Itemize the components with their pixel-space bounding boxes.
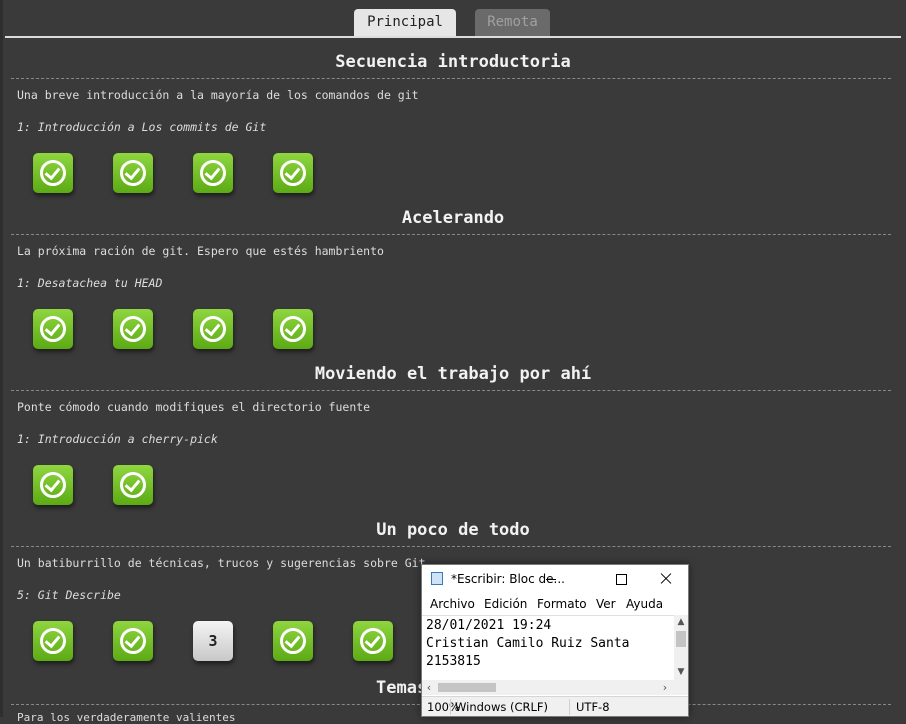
- status-line-ending: Windows (CRLF): [455, 700, 549, 714]
- level-1-completed-button[interactable]: [33, 621, 73, 661]
- section-current-level: 1: Desatachea tu HEAD: [17, 276, 163, 290]
- text-line: Cristian Camilo Ruiz Santa: [426, 636, 630, 651]
- scroll-right-icon[interactable]: ›: [658, 680, 672, 695]
- level-3-completed-button[interactable]: [193, 309, 233, 349]
- notepad-title-bar[interactable]: *Escribir: Bloc de...: [422, 565, 688, 593]
- menu-formato[interactable]: Formato: [537, 597, 587, 611]
- level-3-completed-button[interactable]: [193, 153, 233, 193]
- check-icon: [120, 628, 146, 654]
- level-1-completed-button[interactable]: [33, 153, 73, 193]
- tab-remota[interactable]: Remota: [475, 9, 550, 36]
- text-line: 28/01/2021 19:24: [426, 618, 552, 633]
- level-1-completed-button[interactable]: [33, 309, 73, 349]
- section-divider: [11, 546, 891, 547]
- section-divider: [11, 78, 891, 79]
- level-2-completed-button[interactable]: [113, 153, 153, 193]
- level-4-completed-button[interactable]: [273, 621, 313, 661]
- level-2-completed-button[interactable]: [113, 465, 153, 505]
- status-divider: [569, 699, 570, 715]
- scrollbar-corner: [674, 680, 688, 695]
- notepad-status-bar: 100% Windows (CRLF) UTF-8: [422, 696, 688, 716]
- check-icon: [120, 316, 146, 342]
- level-3-button[interactable]: 3: [193, 621, 233, 661]
- section-description: La próxima ración de git. Espero que est…: [17, 244, 384, 258]
- check-icon: [120, 160, 146, 186]
- section-current-level: 1: Introducción a Los commits de Git: [17, 120, 267, 134]
- check-icon: [120, 472, 146, 498]
- check-icon: [280, 160, 306, 186]
- text-line: 2153815: [426, 654, 481, 669]
- scroll-thumb[interactable]: [438, 683, 496, 692]
- section-description: Una breve introducción a la mayoría de l…: [17, 88, 419, 102]
- section-divider: [11, 390, 891, 391]
- level-1-completed-button[interactable]: [33, 465, 73, 505]
- horizontal-scrollbar[interactable]: ‹ ›: [422, 680, 674, 695]
- check-icon: [280, 316, 306, 342]
- check-icon: [40, 160, 66, 186]
- check-icon: [40, 316, 66, 342]
- section-current-level: 5: Git Describe: [17, 588, 121, 602]
- level-2-completed-button[interactable]: [113, 309, 153, 349]
- level-2-completed-button[interactable]: [113, 621, 153, 661]
- notepad-text-area[interactable]: 28/01/2021 19:24 Cristian Camilo Ruiz San…: [422, 615, 674, 680]
- section-current-level: 1: Introducción a cherry-pick: [17, 432, 218, 446]
- notepad-icon: [431, 572, 443, 585]
- tab-principal[interactable]: Principal: [354, 9, 456, 36]
- tab-bar: Principal Remota: [0, 0, 906, 38]
- section-description: Ponte cómodo cuando modifiques el direct…: [17, 400, 371, 414]
- section-moviendo-el-trabajo: Moviendo el trabajo por ahí Ponte cómodo…: [0, 350, 906, 506]
- check-icon: [200, 316, 226, 342]
- status-divider: [450, 699, 451, 715]
- check-icon: [200, 160, 226, 186]
- section-title-temas: Temas: [376, 678, 428, 698]
- section-title: Moviendo el trabajo por ahí: [314, 364, 592, 384]
- section-description: Un batiburrillo de técnicas, trucos y su…: [17, 556, 426, 570]
- scroll-left-icon[interactable]: ‹: [422, 680, 436, 695]
- check-icon: [40, 628, 66, 654]
- menu-ayuda[interactable]: Ayuda: [626, 597, 663, 611]
- check-icon: [280, 628, 306, 654]
- check-icon: [40, 472, 66, 498]
- check-icon: [360, 628, 386, 654]
- section-acelerando: Acelerando La próxima ración de git. Esp…: [0, 194, 906, 350]
- minimize-button[interactable]: [530, 565, 574, 593]
- menu-archivo[interactable]: Archivo: [430, 597, 475, 611]
- section-description: Para los verdaderamente valientes: [17, 711, 236, 724]
- vertical-scrollbar[interactable]: ▲ ▼: [674, 615, 688, 680]
- level-4-completed-button[interactable]: [273, 309, 313, 349]
- menu-ver[interactable]: Ver: [596, 597, 616, 611]
- section-title: Acelerando: [401, 208, 505, 228]
- section-divider: [11, 234, 891, 235]
- scroll-down-icon[interactable]: ▼: [674, 665, 688, 679]
- menu-edicion[interactable]: Edición: [484, 597, 527, 611]
- section-secuencia-introductoria: Secuencia introductoria Una breve introd…: [0, 38, 906, 194]
- notepad-menu-bar: Archivo Edición Formato Ver Ayuda: [422, 594, 688, 614]
- maximize-button[interactable]: [600, 565, 644, 593]
- close-button[interactable]: [643, 565, 687, 593]
- notepad-window: *Escribir: Bloc de... Archivo Edición Fo…: [421, 564, 689, 717]
- scroll-thumb[interactable]: [676, 631, 686, 647]
- status-encoding: UTF-8: [576, 700, 610, 714]
- scroll-up-icon[interactable]: ▲: [674, 615, 688, 629]
- section-title: Secuencia introductoria: [335, 52, 571, 72]
- level-4-completed-button[interactable]: [273, 153, 313, 193]
- section-title: Un poco de todo: [376, 520, 530, 540]
- level-5-completed-button[interactable]: [353, 621, 393, 661]
